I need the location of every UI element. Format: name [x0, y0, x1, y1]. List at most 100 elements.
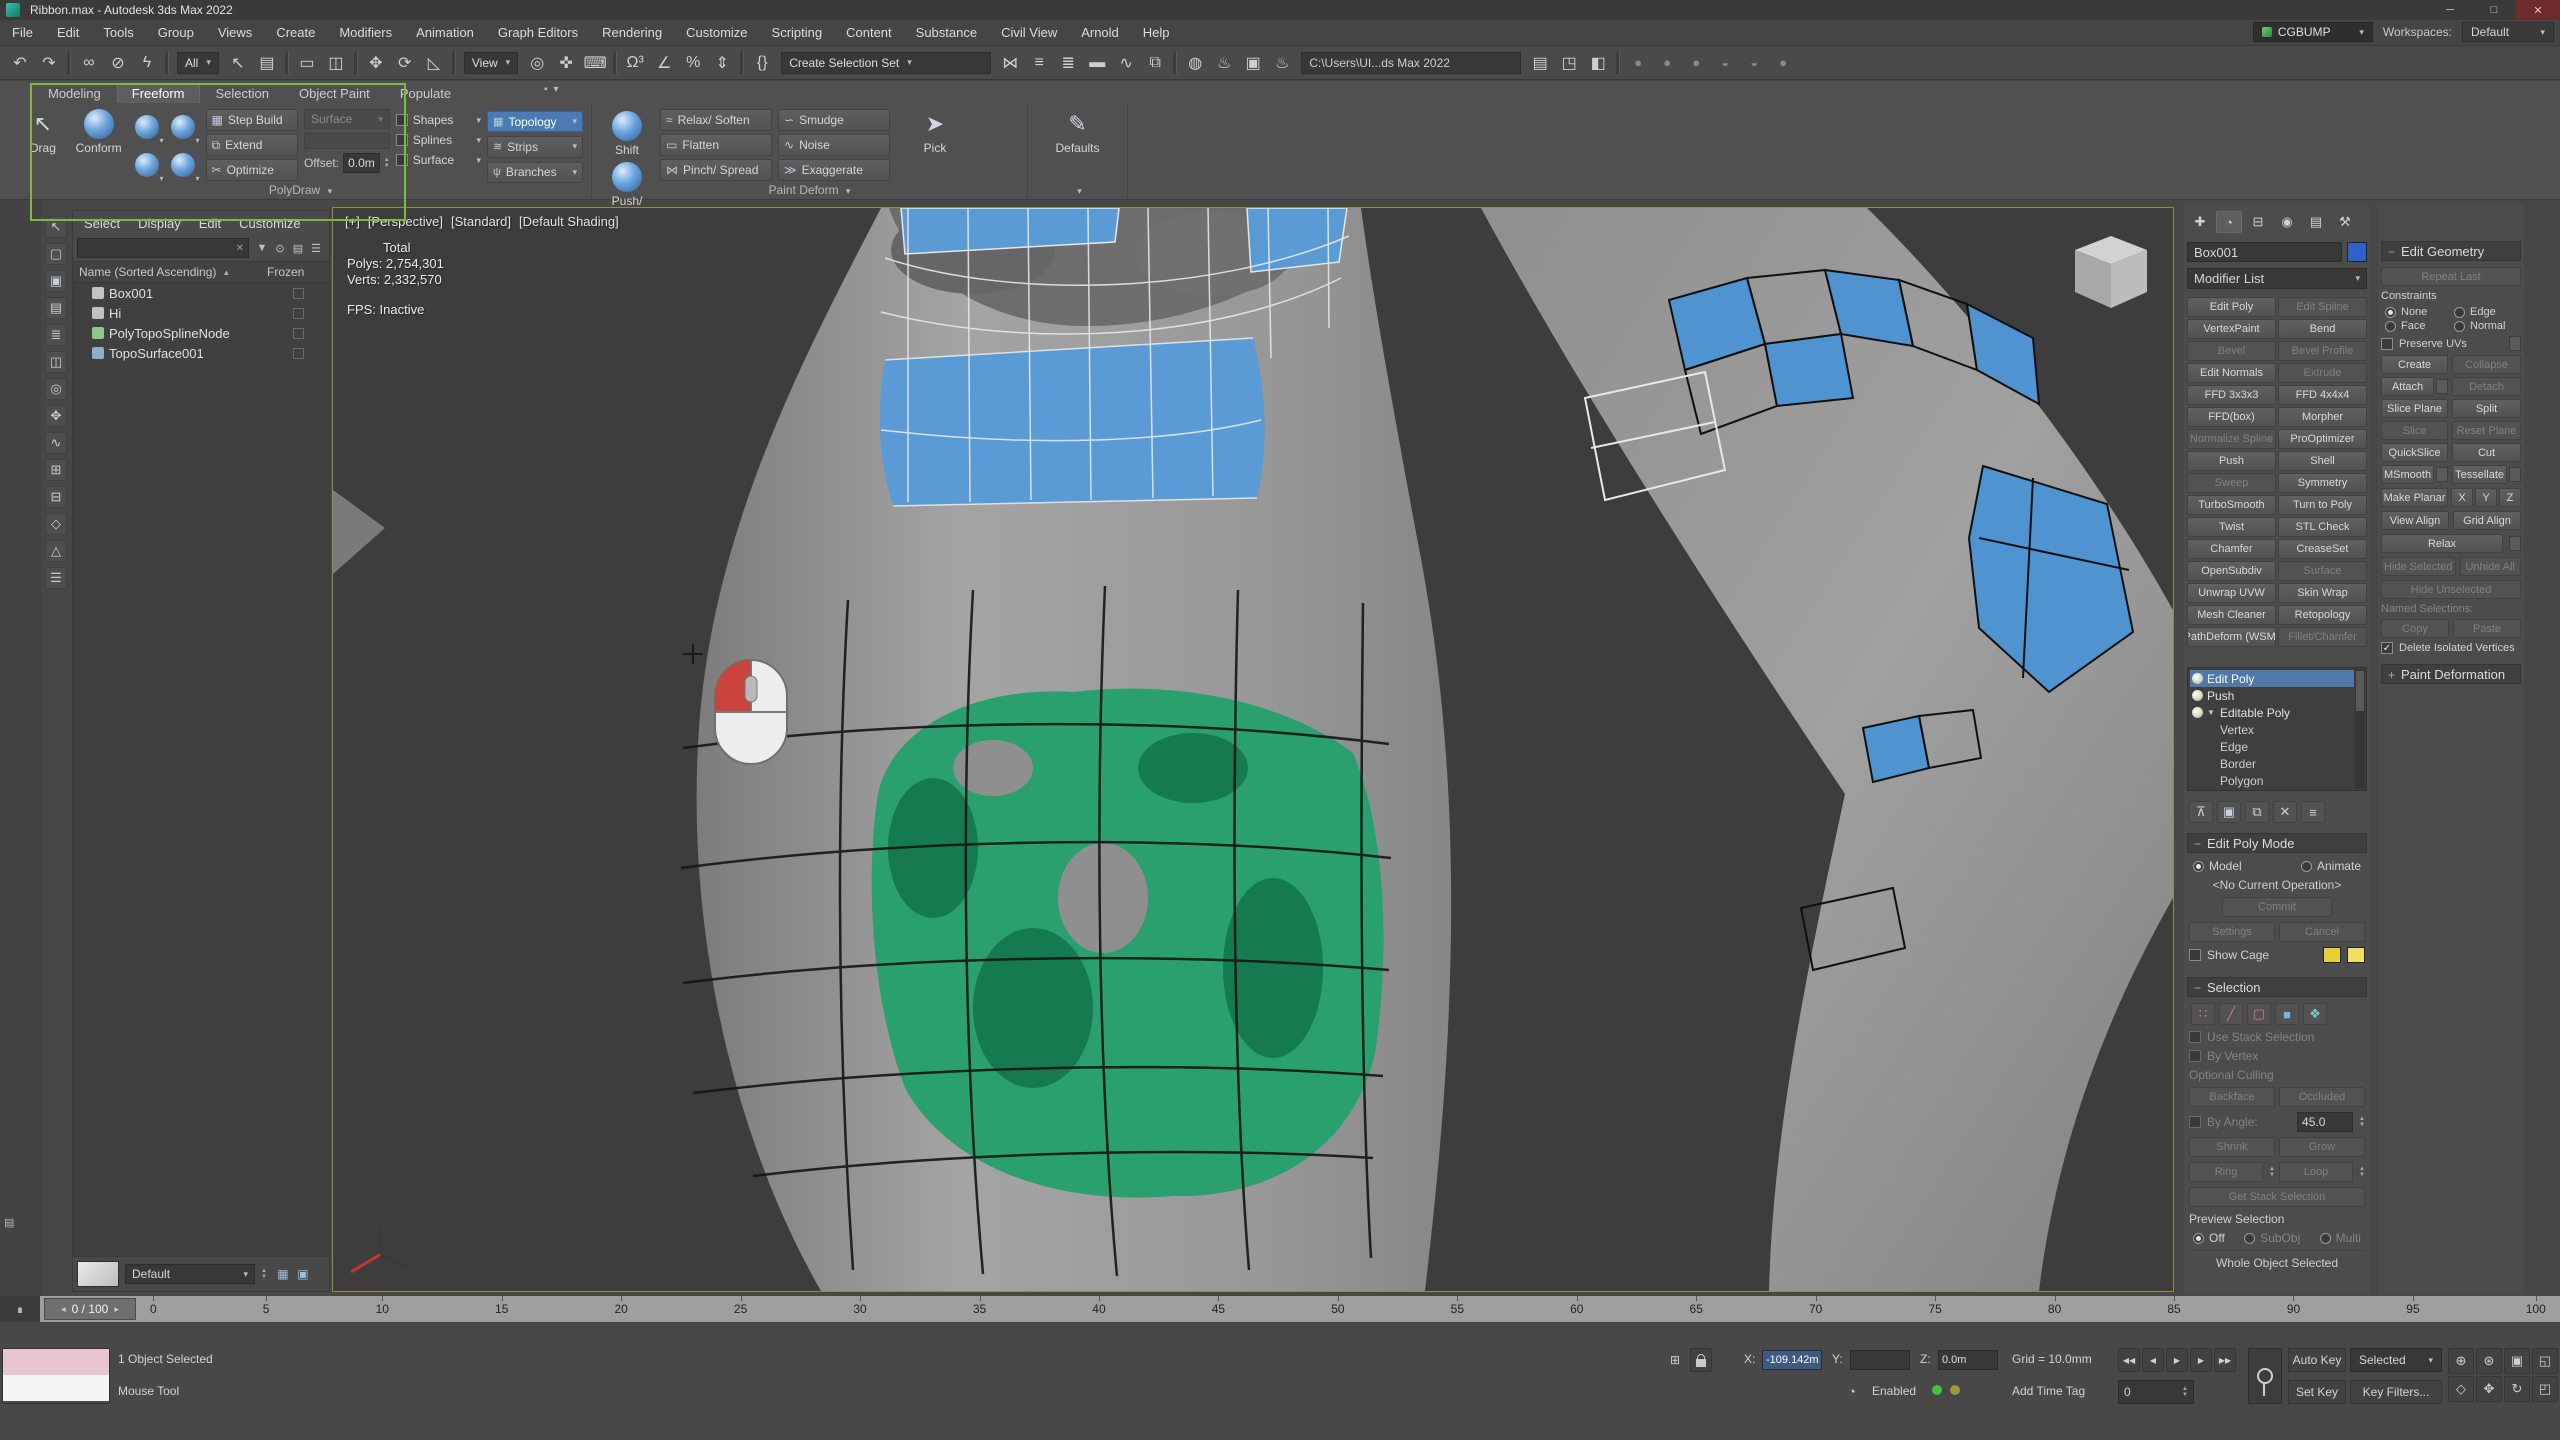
modifier-button[interactable]: ProOptimizer — [2278, 429, 2367, 449]
spinner-arrows-icon[interactable]: ▲▼ — [2359, 1116, 2365, 1128]
modifier-button[interactable]: Shell — [2278, 451, 2367, 471]
dock-tool-icon-11[interactable]: ⊟ — [45, 486, 67, 508]
constraint-radio[interactable]: Face — [2385, 320, 2452, 332]
edit-geometry-button[interactable]: Create — [2381, 355, 2448, 374]
selection-set-dropdown[interactable]: Selected ▾ — [2350, 1348, 2442, 1372]
extra-tool-icon[interactable]: ● — [1682, 49, 1710, 77]
maximize-button[interactable]: □ — [2472, 0, 2516, 20]
modifier-button[interactable]: FFD(box) — [2187, 407, 2276, 427]
shrink-button[interactable]: Shrink — [2189, 1137, 2275, 1157]
edge-icon[interactable]: ╱ — [2219, 1003, 2243, 1025]
extra-tool-icon[interactable]: ● — [1769, 49, 1797, 77]
menu-item[interactable]: Create — [264, 20, 327, 45]
paint-deform-tool-button[interactable]: ∿ Noise — [778, 134, 890, 156]
paint-deform-tool-button[interactable]: ≈ Relax/ Soften — [660, 109, 772, 131]
selection-lock-toggle[interactable] — [1690, 1348, 1712, 1372]
extra-tool-icon[interactable]: ◒ — [1740, 49, 1768, 77]
keyboard-shortcut-override-icon[interactable]: ⌨ — [581, 49, 609, 77]
rendered-frame-window-icon[interactable]: ▣ — [1239, 49, 1267, 77]
axis-button[interactable]: Z — [2499, 488, 2521, 507]
paint-deform-tool-button[interactable]: ▭ Flatten — [660, 134, 772, 156]
paint-deform-big-button[interactable]: Shift — [600, 109, 654, 157]
visibility-toggle-icon[interactable] — [2192, 673, 2203, 684]
conform-button[interactable]: Conform — [74, 107, 124, 183]
play-animation-icon[interactable]: ▶ — [2166, 1348, 2188, 1372]
menu-item[interactable]: Civil View — [989, 20, 1069, 45]
stack-row[interactable]: Edit Poly — [2190, 670, 2354, 687]
select-by-name-icon[interactable]: ▤ — [253, 49, 281, 77]
conform-option-icon-3[interactable]: ▾ — [130, 147, 164, 183]
curve-editor-icon[interactable]: ∿ — [1112, 49, 1140, 77]
menu-item[interactable]: Customize — [674, 20, 759, 45]
zoom-icon[interactable]: ⊕ — [2448, 1348, 2474, 1374]
dock-tool-icon-6[interactable]: ◫ — [45, 351, 67, 373]
modifier-button[interactable]: Unwrap UVW — [2187, 583, 2276, 603]
modifier-button[interactable]: Normalize Spline — [2187, 429, 2276, 449]
workspace-switcher-button[interactable]: CGBUMP ▾ — [2253, 22, 2373, 42]
explorer-menu-item[interactable]: Display — [129, 216, 190, 231]
dock-tool-icon-10[interactable]: ⊞ — [45, 459, 67, 481]
edit-geometry-button[interactable]: QuickSlice — [2381, 443, 2448, 462]
add-time-tag[interactable]: Add Time Tag — [2012, 1384, 2085, 1398]
frozen-column-header[interactable]: Frozen — [267, 265, 323, 279]
pick-button[interactable]: ➤ Pick — [910, 107, 960, 183]
edit-geometry-button[interactable]: Hide Selected — [2381, 557, 2456, 576]
relax-button[interactable]: Relax — [2381, 534, 2503, 553]
go-to-end-icon[interactable]: ▶▶ — [2214, 1348, 2236, 1372]
timeline-options-icon[interactable]: ∎ — [0, 1296, 40, 1322]
hierarchy-tab-icon[interactable]: ⊟ — [2245, 211, 2271, 233]
axis-button[interactable]: X — [2451, 488, 2473, 507]
spinner-arrows-icon[interactable]: ▲▼ — [384, 157, 390, 169]
material-editor-icon[interactable]: ◍ — [1181, 49, 1209, 77]
enabled-label[interactable]: Enabled — [1872, 1384, 1916, 1398]
mirror-icon[interactable]: ⋈ — [996, 49, 1024, 77]
create-tab-icon[interactable]: ✚ — [2187, 211, 2213, 233]
dock-tool-icon-1[interactable]: ↖ — [45, 216, 67, 238]
workspaces-dropdown[interactable]: Default ▾ — [2462, 22, 2554, 42]
polydraw-mode-button[interactable]: ψ Branches ▾ — [487, 162, 583, 183]
frozen-cell[interactable] — [279, 348, 325, 359]
dock-tool-icon-3[interactable]: ▣ — [45, 270, 67, 292]
y-coordinate-field[interactable] — [1850, 1350, 1910, 1370]
edit-geometry-button[interactable]: Grid Align — [2453, 511, 2521, 530]
paint-deform-tool-button[interactable]: ≫ Exaggerate — [778, 159, 890, 181]
cancel-button[interactable]: Cancel — [2279, 922, 2365, 942]
edit-geometry-button[interactable]: Reset Plane — [2452, 421, 2521, 440]
edit-geometry-button[interactable]: Attach — [2381, 377, 2434, 396]
modifier-list-dropdown[interactable]: Modifier List ▾ — [2187, 268, 2367, 289]
modifier-button[interactable]: Twist — [2187, 517, 2276, 537]
ribbon-tab[interactable]: Freeform — [117, 83, 200, 103]
frozen-cell[interactable] — [279, 308, 325, 319]
paint-deformation-header[interactable]: Paint Deformation — [2381, 664, 2521, 684]
modifier-button[interactable]: OpenSubdiv — [2187, 561, 2276, 581]
next-frame-arrow-icon[interactable]: ▸ — [114, 1304, 119, 1315]
modifier-button[interactable]: Push — [2187, 451, 2276, 471]
project-folder-icon[interactable]: ▤ — [1526, 49, 1554, 77]
preview-multi-radio[interactable]: Multi — [2320, 1231, 2361, 1245]
select-and-manipulate-icon[interactable]: ✜ — [552, 49, 580, 77]
ribbon-minimize-icon[interactable]: ▾ — [554, 84, 559, 95]
explorer-search-input[interactable]: ✕ — [77, 238, 249, 258]
undo-icon[interactable]: ↶ — [6, 49, 34, 77]
select-and-rotate-icon[interactable]: ⟳ — [391, 49, 419, 77]
conform-option-icon-4[interactable]: ▾ — [166, 147, 200, 183]
pin-stack-icon[interactable]: ⊼ — [2189, 801, 2213, 823]
polydraw-panel-label[interactable]: PolyDraw ▾ — [10, 183, 591, 199]
extra-tool-icon[interactable]: ◒ — [1711, 49, 1739, 77]
edit-geometry-button[interactable]: Slice Plane — [2381, 399, 2448, 418]
modifier-button[interactable]: Symmetry — [2278, 473, 2367, 493]
pan-view-icon[interactable]: ✥ — [2476, 1376, 2502, 1402]
surface-dropdown[interactable]: Surface ▾ — [304, 109, 390, 129]
scene-explorer-row[interactable]: PolyTopoSplineNode — [73, 323, 329, 343]
explorer-menu-item[interactable]: Customize — [230, 216, 309, 231]
scene-explorer-row[interactable]: TopoSurface001 — [73, 343, 329, 363]
modifier-button[interactable]: Edit Poly — [2187, 297, 2276, 317]
make-unique-icon[interactable]: ⧉ — [2245, 801, 2269, 823]
expand-icon[interactable] — [2207, 708, 2216, 717]
menu-item[interactable]: Content — [834, 20, 904, 45]
viewport-shading-menu[interactable]: [Default Shading] — [519, 214, 619, 229]
spinner-arrows-icon[interactable]: ▲▼ — [261, 1268, 267, 1280]
viewport-canvas[interactable] — [333, 208, 2173, 1291]
close-button[interactable]: ✕ — [2516, 0, 2560, 20]
paint-deform-panel-label[interactable]: Paint Deform ▾ — [592, 183, 1027, 199]
